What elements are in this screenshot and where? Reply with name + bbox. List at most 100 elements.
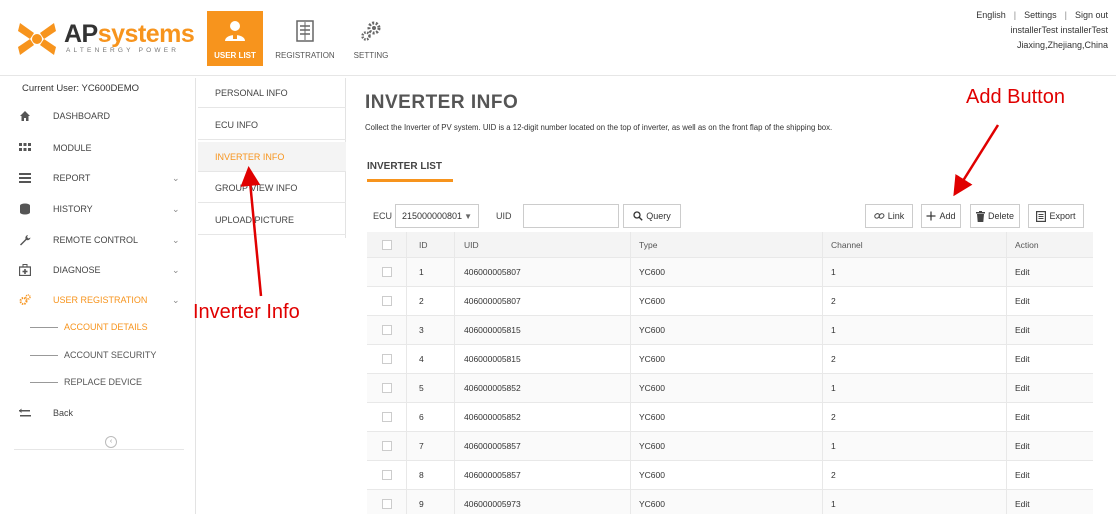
table-row[interactable]: 1 406000005807 YC600 1 Edit xyxy=(367,258,1093,287)
uid-input[interactable] xyxy=(523,204,619,228)
cell-action[interactable]: Edit xyxy=(1007,403,1093,431)
chevron-down-icon: ⌄ xyxy=(172,173,180,183)
table-row[interactable]: 9 406000005973 YC600 1 Edit xyxy=(367,490,1093,514)
row-checkbox[interactable] xyxy=(381,383,392,393)
table-row[interactable]: 5 406000005852 YC600 1 Edit xyxy=(367,374,1093,403)
settings-link[interactable]: Settings xyxy=(1024,8,1057,23)
sidebar-collapse-bar: ‹ xyxy=(14,436,184,450)
sidebar-item-remote-control[interactable]: REMOTE CONTROL ⌄ xyxy=(0,227,195,253)
row-checkbox-cell xyxy=(367,490,407,514)
sidebar-item-diagnose[interactable]: DIAGNOSE ⌄ xyxy=(0,257,195,283)
inverter-table: ID UID Type Channel Action 1 406000005807… xyxy=(367,232,1093,514)
sidebar-subitem-replace-device[interactable]: REPLACE DEVICE xyxy=(30,370,190,396)
sidebar-subitem-account-details[interactable]: ACCOUNT DETAILS xyxy=(30,315,190,341)
row-checkbox[interactable] xyxy=(381,267,392,277)
cell-action[interactable]: Edit xyxy=(1007,287,1093,315)
submenu-item-group-view-info[interactable]: GROUP VIEW INFO xyxy=(198,173,346,203)
cell-action[interactable]: Edit xyxy=(1007,374,1093,402)
language-link[interactable]: English xyxy=(976,8,1006,23)
submenu-item-personal-info[interactable]: PERSONAL INFO xyxy=(198,78,346,108)
row-checkbox[interactable] xyxy=(381,470,392,480)
table-row[interactable]: 4 406000005815 YC600 2 Edit xyxy=(367,345,1093,374)
table-row[interactable]: 6 406000005852 YC600 2 Edit xyxy=(367,403,1093,432)
cell-action[interactable]: Edit xyxy=(1007,490,1093,514)
cell-type: YC600 xyxy=(631,490,823,514)
select-all-checkbox[interactable] xyxy=(381,239,392,250)
tab-inverter-list[interactable]: INVERTER LIST xyxy=(367,161,442,172)
column-header-uid[interactable]: UID xyxy=(455,232,631,257)
table-row[interactable]: 2 406000005807 YC600 2 Edit xyxy=(367,287,1093,316)
sidebar-item-dashboard[interactable]: DASHBOARD xyxy=(0,103,195,129)
row-checkbox[interactable] xyxy=(381,325,392,335)
report-icon xyxy=(19,173,31,183)
nav-tab-setting[interactable]: SETTING xyxy=(347,11,395,66)
column-header-id[interactable]: ID xyxy=(407,232,455,257)
add-button[interactable]: Add xyxy=(921,204,961,228)
cell-id: 8 xyxy=(407,461,455,489)
logo-text: APsystems xyxy=(64,20,195,48)
submenu-item-upload-picture[interactable]: UPLOAD PICTURE xyxy=(198,205,346,235)
nav-tab-label: REGISTRATION xyxy=(275,51,335,60)
cell-channel: 2 xyxy=(823,287,1007,315)
sidebar-subitem-account-security[interactable]: ACCOUNT SECURITY xyxy=(30,343,190,369)
export-icon xyxy=(1036,210,1047,222)
cell-action[interactable]: Edit xyxy=(1007,258,1093,286)
submenu-item-label: ECU INFO xyxy=(215,120,259,130)
sidebar-item-back[interactable]: Back xyxy=(0,400,195,426)
cell-id: 9 xyxy=(407,490,455,514)
cell-action[interactable]: Edit xyxy=(1007,432,1093,460)
row-checkbox[interactable] xyxy=(381,441,392,451)
nav-tab-registration[interactable]: REGISTRATION xyxy=(270,11,340,66)
main-content: INVERTER INFO Collect the Inverter of PV… xyxy=(350,78,1116,514)
divider xyxy=(30,382,58,383)
database-icon xyxy=(20,203,30,215)
sidebar-item-module[interactable]: MODULE xyxy=(0,135,195,161)
submenu-item-inverter-info[interactable]: INVERTER INFO xyxy=(198,142,346,172)
sidebar-subitem-label: ACCOUNT SECURITY xyxy=(64,350,157,360)
column-header-type[interactable]: Type xyxy=(631,232,823,257)
delete-button[interactable]: Delete xyxy=(970,204,1020,228)
row-checkbox[interactable] xyxy=(381,354,392,364)
account-area: English | Settings | Sign out installerTest … xyxy=(976,8,1108,53)
export-button[interactable]: Export xyxy=(1028,204,1084,228)
logo-mark-icon xyxy=(18,23,56,55)
secondary-menu: PERSONAL INFO ECU INFO INVERTER INFO GRO… xyxy=(198,78,346,238)
submenu-item-ecu-info[interactable]: ECU INFO xyxy=(198,110,346,140)
collapse-icon[interactable]: ‹ xyxy=(105,436,117,448)
sign-out-link[interactable]: Sign out xyxy=(1075,8,1108,23)
annotation-inverter-info: Inverter Info xyxy=(193,301,300,323)
dropdown-caret-icon: ▼ xyxy=(464,212,472,221)
cell-type: YC600 xyxy=(631,432,823,460)
table-row[interactable]: 7 406000005857 YC600 1 Edit xyxy=(367,432,1093,461)
row-checkbox[interactable] xyxy=(381,412,392,422)
table-row[interactable]: 8 406000005857 YC600 2 Edit xyxy=(367,461,1093,490)
table-row[interactable]: 3 406000005815 YC600 1 Edit xyxy=(367,316,1093,345)
current-user: Current User: YC600DEMO xyxy=(22,83,140,94)
cell-uid: 406000005815 xyxy=(455,345,631,373)
submenu-item-label: GROUP VIEW INFO xyxy=(215,183,298,193)
ecu-select[interactable]: 215000000801 ▼ xyxy=(395,204,479,228)
plus-icon xyxy=(926,211,936,221)
sidebar-item-label: MODULE xyxy=(53,143,92,153)
left-sidebar: Current User: YC600DEMO DASHBOARD MODULE… xyxy=(0,78,196,514)
column-header-channel[interactable]: Channel xyxy=(823,232,1007,257)
cell-action[interactable]: Edit xyxy=(1007,345,1093,373)
user-name: installerTest installerTest xyxy=(1010,25,1108,35)
sidebar-item-history[interactable]: HISTORY ⌄ xyxy=(0,196,195,222)
cell-action[interactable]: Edit xyxy=(1007,461,1093,489)
link-button[interactable]: Link xyxy=(865,204,913,228)
row-checkbox[interactable] xyxy=(381,296,392,306)
ecu-selected-value: 215000000801 xyxy=(402,211,463,221)
query-button[interactable]: Query xyxy=(623,204,681,228)
row-checkbox[interactable] xyxy=(381,499,392,509)
back-icon xyxy=(19,408,31,417)
apsystems-logo[interactable]: APsystems ALTENERGY POWER xyxy=(16,19,206,59)
home-icon xyxy=(20,111,30,121)
sidebar-item-user-registration[interactable]: USER REGISTRATION ⌄ xyxy=(0,287,195,313)
nav-tab-user-list[interactable]: USER LIST xyxy=(207,11,263,66)
medical-kit-icon xyxy=(19,264,31,276)
page-description: Collect the Inverter of PV system. UID i… xyxy=(365,123,833,132)
cell-action[interactable]: Edit xyxy=(1007,316,1093,344)
sidebar-item-report[interactable]: REPORT ⌄ xyxy=(0,165,195,191)
chevron-down-icon: ⌄ xyxy=(172,235,180,245)
